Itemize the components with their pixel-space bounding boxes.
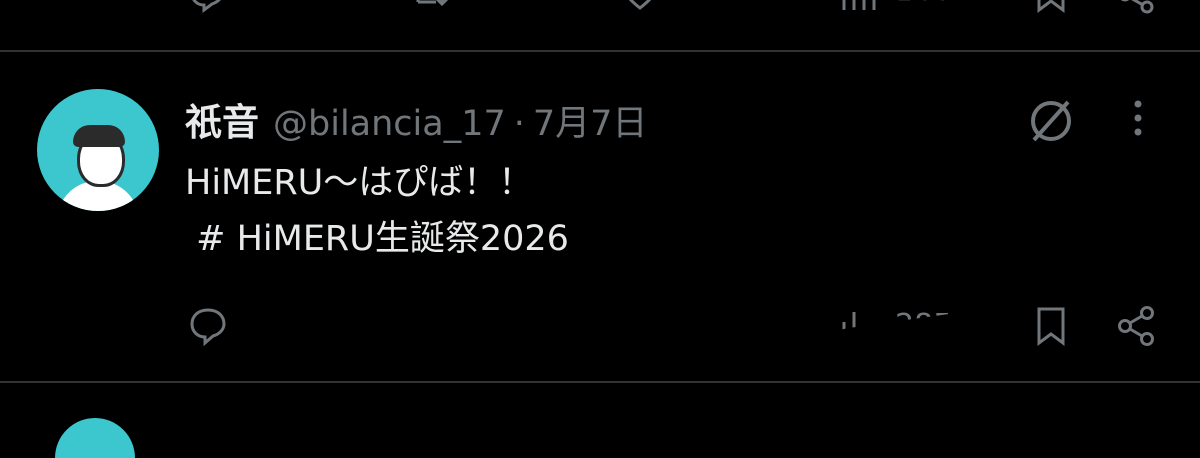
avatar[interactable] xyxy=(37,89,159,211)
tweet-header: 祇音 @bilancia_17 · 7月7日 xyxy=(185,92,647,144)
separator-dot: · xyxy=(513,104,525,144)
reply-icon[interactable] xyxy=(187,305,229,347)
tweet-text: HiMERU〜はぴば！！ # HiMERU生誕祭2026 xyxy=(185,155,569,267)
share-icon[interactable] xyxy=(1115,304,1157,348)
tweet-date[interactable]: 7月7日 xyxy=(533,95,648,146)
divider-bottom xyxy=(0,381,1200,383)
like-icon[interactable] xyxy=(620,0,660,14)
share-icon[interactable] xyxy=(1115,0,1157,16)
author-name[interactable]: 祇音 xyxy=(185,92,259,146)
more-icon[interactable] xyxy=(1128,98,1148,138)
next-tweet-avatar[interactable] xyxy=(55,418,135,458)
tweet-text-line-2: # HiMERU生誕祭2026 xyxy=(185,219,569,259)
author-handle[interactable]: @bilancia_17 xyxy=(273,104,506,144)
bookmark-icon[interactable] xyxy=(1033,305,1069,347)
tweet-text-line-1: HiMERU〜はぴば！！ xyxy=(185,163,534,203)
grok-icon[interactable] xyxy=(1026,96,1076,146)
reply-icon[interactable] xyxy=(187,0,227,14)
avatar-hair xyxy=(73,125,125,147)
redaction-scribble xyxy=(365,290,745,375)
bookmark-icon[interactable] xyxy=(1033,0,1069,14)
divider-top xyxy=(0,50,1200,52)
views-icon[interactable] xyxy=(838,0,878,14)
views-count: 144 xyxy=(895,0,948,7)
retweet-icon[interactable] xyxy=(410,0,450,14)
